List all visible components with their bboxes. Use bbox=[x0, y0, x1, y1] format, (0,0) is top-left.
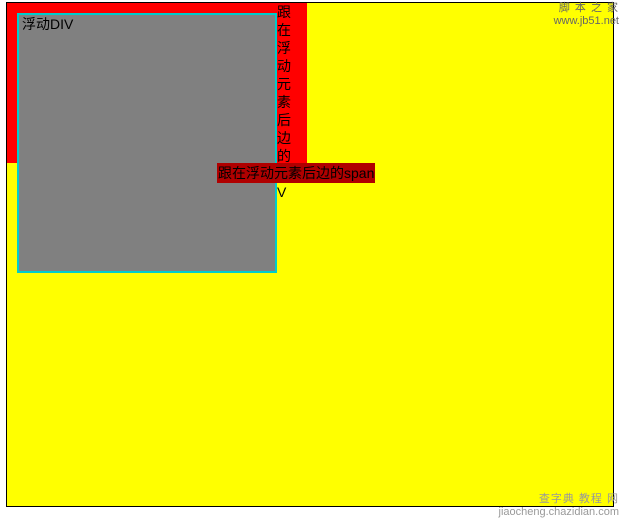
demo-container: 浮动DIV 跟在浮动元素后边的DIV 跟在浮动元素后边的span bbox=[6, 2, 614, 507]
watermark-top: 脚 本 之 家 www.jb51.net bbox=[554, 2, 619, 28]
watermark-bottom-url: jiaocheng.chazidian.com bbox=[499, 506, 619, 519]
float-div: 浮动DIV bbox=[18, 14, 276, 272]
watermark-top-name: 脚 本 之 家 bbox=[554, 2, 619, 15]
watermark-bottom: 查字典 教程 网 jiaocheng.chazidian.com bbox=[499, 493, 619, 519]
following-span-text: 跟在浮动元素后边的span bbox=[217, 163, 375, 183]
watermark-top-url: www.jb51.net bbox=[554, 15, 619, 28]
float-div-label: 浮动DIV bbox=[22, 14, 73, 34]
watermark-bottom-name: 查字典 教程 网 bbox=[499, 493, 619, 506]
